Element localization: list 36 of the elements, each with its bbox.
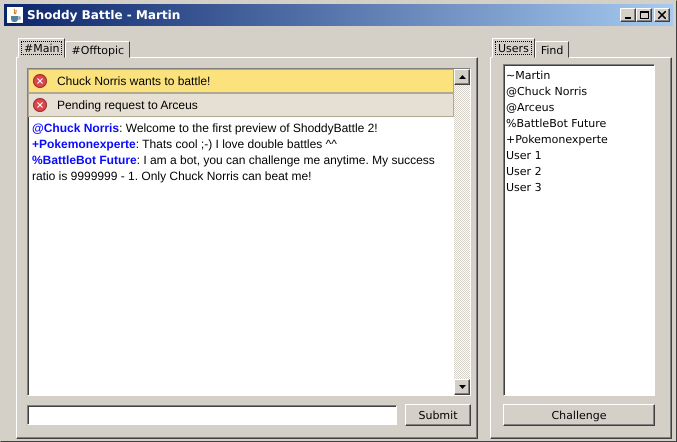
up-arrow-icon [458, 75, 466, 79]
notification-bar[interactable]: Chuck Norris wants to battle! [28, 69, 454, 93]
chat-message: %BattleBot Future: I am a bot, you can challenge me anytime. My success ratio is 9999999 - 1. Only Chuck Norris can beat me! [31, 152, 436, 184]
down-arrow-icon [458, 385, 466, 389]
notification-bar[interactable]: Pending request to Arceus [28, 93, 454, 117]
user-list-item[interactable]: @Chuck Norris [506, 84, 652, 100]
chat-message: @Chuck Norris: Welcome to the first preview of ShoddyBattle 2! [31, 120, 379, 136]
maximize-button[interactable] [636, 8, 652, 22]
tab[interactable]: Users [492, 38, 535, 58]
user-list-item[interactable]: +Pokemonexperte [506, 132, 652, 148]
notification-text: Chuck Norris wants to battle! [57, 73, 210, 89]
minimize-button[interactable] [620, 8, 636, 22]
scroll-down-button[interactable] [454, 379, 470, 395]
user-list-item[interactable]: @Arceus [506, 100, 652, 116]
tab[interactable]: #Offtopic [65, 41, 130, 58]
challenge-button[interactable]: Challenge [503, 404, 655, 426]
close-icon[interactable] [33, 74, 47, 88]
scroll-up-button[interactable] [454, 69, 470, 85]
window-title: Shoddy Battle - Martin [27, 8, 182, 22]
submit-button[interactable]: Submit [405, 404, 471, 426]
tab[interactable]: #Main [18, 38, 66, 58]
chat-message: +Pokemonexperte: Thats cool ;-) I love double battles ^^ [31, 136, 338, 152]
user-list-item[interactable]: %BattleBot Future [506, 116, 652, 132]
close-icon[interactable] [33, 98, 47, 112]
user-list-item[interactable]: User 3 [506, 180, 652, 196]
user-list-item[interactable]: User 2 [506, 164, 652, 180]
close-icon [658, 11, 666, 19]
user-list-item[interactable]: ~Martin [506, 68, 652, 84]
notification-text: Pending request to Arceus [57, 97, 198, 113]
maximize-icon [640, 11, 648, 19]
close-button[interactable] [654, 8, 670, 22]
scrollbar[interactable] [454, 69, 470, 395]
tab[interactable]: Find [534, 41, 570, 58]
user-list-item[interactable]: User 1 [506, 148, 652, 164]
java-cup-icon [7, 7, 23, 23]
message-input-field[interactable] [27, 405, 397, 425]
